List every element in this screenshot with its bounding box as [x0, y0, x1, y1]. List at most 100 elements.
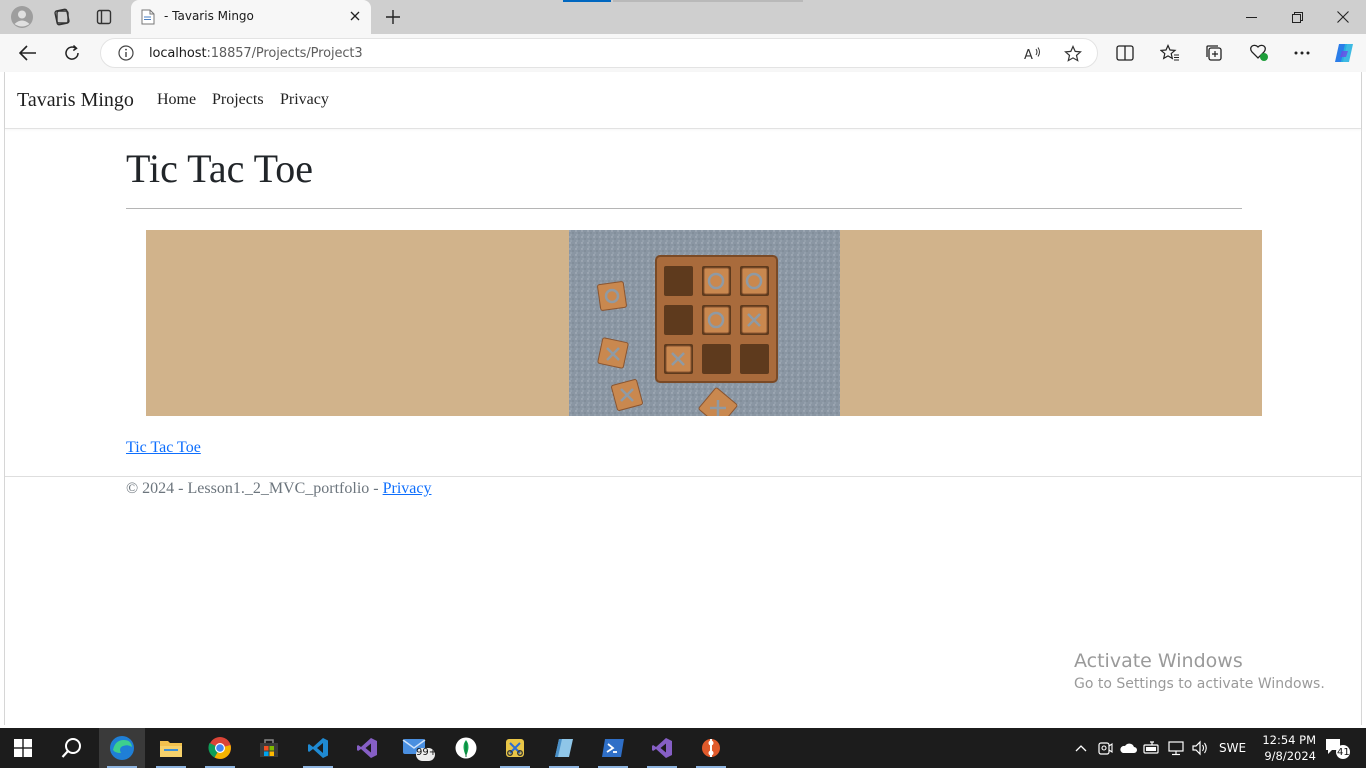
browser-toolbar: localhost:18857/Projects/Project3 A — [0, 34, 1366, 72]
back-button[interactable] — [13, 38, 43, 68]
taskbar-file-explorer[interactable] — [148, 728, 194, 768]
url-text[interactable]: localhost:18857/Projects/Project3 — [149, 46, 363, 61]
nav-link-home[interactable]: Home — [157, 91, 196, 109]
search-button[interactable] — [49, 728, 95, 768]
new-tab-button[interactable] — [380, 5, 406, 29]
back-arrow-icon — [19, 45, 36, 61]
collections-icon — [1206, 45, 1222, 61]
input-language[interactable]: SWE — [1219, 741, 1246, 755]
favorite-star-icon[interactable] — [1063, 44, 1083, 64]
minimize-button[interactable] — [1228, 0, 1274, 34]
browser-essentials-button[interactable] — [1243, 38, 1273, 68]
minimize-icon — [1245, 16, 1257, 18]
copilot-button[interactable] — [1329, 38, 1359, 68]
title-divider — [126, 208, 1242, 209]
visual-studio-icon — [357, 738, 377, 758]
page-title: Tic Tac Toe — [126, 146, 313, 191]
refresh-button[interactable] — [57, 38, 87, 68]
page-favicon-icon — [141, 9, 155, 25]
site-brand[interactable]: Tavaris Mingo — [17, 89, 134, 112]
git-tool-icon — [702, 739, 720, 757]
snipping-tool-icon — [506, 739, 524, 757]
taskbar-chrome[interactable] — [197, 728, 243, 768]
collections-button[interactable] — [1199, 38, 1229, 68]
clock-time: 12:54 PM — [1262, 733, 1316, 747]
more-dots-icon — [1294, 51, 1310, 55]
workspaces-icon[interactable] — [49, 5, 75, 29]
meet-now-icon[interactable] — [1095, 738, 1115, 758]
vscode-icon — [308, 738, 328, 758]
windows-taskbar: 99+ SWE 12:54 PM 9/8/2024 41 — [0, 728, 1366, 768]
close-icon — [1337, 11, 1349, 23]
plus-icon — [386, 10, 400, 24]
split-screen-button[interactable] — [1110, 38, 1140, 68]
address-bar[interactable]: localhost:18857/Projects/Project3 A — [100, 38, 1098, 68]
store-icon — [260, 739, 278, 757]
settings-more-button[interactable] — [1287, 38, 1317, 68]
notepad-icon — [555, 739, 573, 757]
edge-icon — [110, 736, 134, 760]
split-screen-icon — [1116, 45, 1134, 61]
windows-logo-icon — [14, 739, 32, 757]
refresh-icon — [65, 44, 79, 60]
watermark-title: Activate Windows — [1074, 650, 1243, 672]
taskbar-git-app[interactable] — [688, 728, 734, 768]
show-hidden-icons-chevron-icon[interactable] — [1071, 738, 1091, 758]
taskbar-store[interactable] — [246, 728, 292, 768]
start-button[interactable] — [0, 728, 46, 768]
svg-text:A: A — [1024, 48, 1033, 62]
taskbar-vscode[interactable] — [295, 728, 341, 768]
browser-tab-active[interactable]: - Tavaris Mingo — [131, 0, 371, 34]
copilot-icon — [1335, 44, 1353, 62]
battery-power-icon[interactable] — [1142, 738, 1162, 758]
mail-badge: 99+ — [416, 747, 438, 758]
read-aloud-icon[interactable]: A — [1023, 44, 1043, 64]
notification-count-badge: 41 — [1337, 747, 1350, 758]
chrome-icon — [208, 737, 231, 759]
browser-titlebar: - Tavaris Mingo — [0, 0, 1366, 34]
taskbar-clock[interactable]: 12:54 PM 9/8/2024 — [1256, 732, 1316, 764]
clock-date: 9/8/2024 — [1264, 749, 1316, 763]
project-banner — [146, 230, 1262, 416]
taskbar-mongodb[interactable] — [443, 728, 489, 768]
volume-speaker-icon[interactable] — [1190, 738, 1210, 758]
taskbar-mail[interactable]: 99+ — [394, 728, 440, 768]
profile-icon[interactable] — [9, 5, 35, 29]
site-info-icon[interactable] — [118, 45, 134, 61]
taskbar-notepad[interactable] — [541, 728, 587, 768]
tab-strip-indicator-secondary — [613, 0, 803, 2]
footer-divider — [5, 476, 1361, 477]
favorites-icon — [1160, 44, 1179, 61]
taskbar-powershell[interactable] — [590, 728, 636, 768]
powershell-icon — [602, 739, 624, 757]
nav-link-projects[interactable]: Projects — [212, 91, 264, 109]
close-window-button[interactable] — [1320, 0, 1366, 34]
favorites-button[interactable] — [1155, 38, 1185, 68]
taskbar-visual-studio-2[interactable] — [639, 728, 685, 768]
taskbar-edge[interactable] — [99, 728, 145, 768]
footer-text: © 2024 - Lesson1._2_MVC_portfolio - — [126, 480, 383, 497]
network-icon[interactable] — [1166, 738, 1186, 758]
folder-icon — [160, 741, 182, 757]
onedrive-cloud-icon[interactable] — [1118, 738, 1138, 758]
restore-icon — [1291, 11, 1303, 23]
tab-title: - Tavaris Mingo — [164, 9, 254, 23]
nav-link-privacy[interactable]: Privacy — [280, 91, 329, 109]
site-footer: © 2024 - Lesson1._2_MVC_portfolio - Priv… — [126, 480, 431, 498]
taskbar-visual-studio[interactable] — [344, 728, 390, 768]
mongodb-icon — [455, 737, 477, 759]
page-viewport: Tavaris Mingo Home Projects Privacy Tic … — [4, 72, 1362, 725]
search-icon — [61, 738, 81, 758]
footer-privacy-link[interactable]: Privacy — [383, 480, 432, 497]
taskbar-snipping-tool[interactable] — [492, 728, 538, 768]
watermark-subtitle: Go to Settings to activate Windows. — [1074, 676, 1325, 692]
tab-actions-icon[interactable] — [91, 5, 117, 29]
site-navbar: Tavaris Mingo Home Projects Privacy — [5, 72, 1361, 129]
tic-tac-toe-image — [569, 230, 840, 416]
browser-essentials-icon — [1250, 44, 1268, 61]
project-link-tic-tac-toe[interactable]: Tic Tac Toe — [126, 439, 201, 457]
visual-studio-icon — [652, 738, 672, 758]
close-tab-icon[interactable] — [347, 8, 363, 24]
restore-button[interactable] — [1274, 0, 1320, 34]
activate-windows-watermark: Activate Windows Go to Settings to activ… — [1074, 650, 1325, 692]
